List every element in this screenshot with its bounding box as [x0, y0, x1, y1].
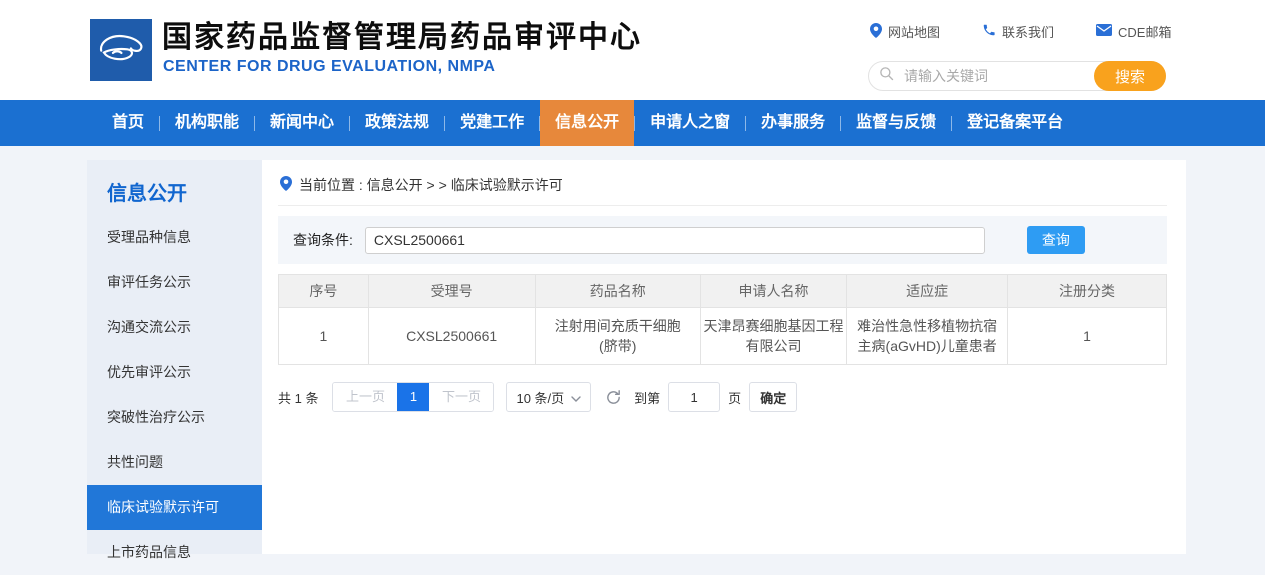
table-header-row: 序号 受理号 药品名称 申请人名称 适应症 注册分类 — [279, 275, 1167, 308]
location-pin-icon — [870, 23, 882, 41]
sidebar-item-accepted-varieties[interactable]: 受理品种信息 — [87, 215, 262, 260]
site-subtitle: CENTER FOR DRUG EVALUATION, NMPA — [163, 58, 495, 76]
col-header-acceptance-no: 受理号 — [368, 275, 535, 308]
query-button[interactable]: 查询 — [1027, 226, 1085, 254]
next-page-button[interactable]: 下一页 — [429, 383, 493, 411]
goto-page-unit: 页 — [728, 388, 741, 407]
col-header-applicant: 申请人名称 — [700, 275, 847, 308]
sidebar-item-breakthrough-therapy[interactable]: 突破性治疗公示 — [87, 395, 262, 440]
sidebar-item-marketed-drug-info[interactable]: 上市药品信息 — [87, 530, 262, 575]
site-title: 国家药品监督管理局药品审评中心 — [162, 12, 642, 56]
sidebar-item-communication[interactable]: 沟通交流公示 — [87, 305, 262, 350]
goto-page-label: 到第 — [634, 388, 660, 407]
col-header-registration-class: 注册分类 — [1008, 275, 1167, 308]
nav-item-functions[interactable]: 机构职能 — [160, 100, 254, 146]
query-label: 查询条件: — [293, 230, 353, 250]
nav-item-supervision[interactable]: 监督与反馈 — [841, 100, 951, 146]
nav-item-applicant-window[interactable]: 申请人之窗 — [635, 100, 745, 146]
nav-item-services[interactable]: 办事服务 — [746, 100, 840, 146]
header-quick-links: 网站地图 联系我们 CDE邮箱 — [870, 22, 1171, 41]
sidebar-item-priority-review[interactable]: 优先审评公示 — [87, 350, 262, 395]
pagination-total: 共 1 条 — [278, 388, 318, 407]
swan-logo-icon — [94, 21, 148, 80]
chevron-down-icon — [571, 390, 581, 405]
breadcrumb: 当前位置 : 信息公开 > > 临床试验默示许可 — [278, 170, 1167, 206]
col-header-indication: 适应症 — [847, 275, 1008, 308]
cell-seq: 1 — [279, 308, 369, 365]
cde-logo — [90, 19, 152, 81]
content-area: 信息公开 受理品种信息 审评任务公示 沟通交流公示 优先审评公示 突破性治疗公示… — [87, 160, 1186, 554]
cell-drug-name: 注射用间充质干细胞 (脐带) — [535, 308, 700, 365]
sidebar-item-review-tasks[interactable]: 审评任务公示 — [87, 260, 262, 305]
nav-item-registration-platform[interactable]: 登记备案平台 — [952, 100, 1078, 146]
envelope-icon — [1096, 24, 1112, 39]
nav-item-home[interactable]: 首页 — [97, 100, 159, 146]
cell-acceptance-no: CXSL2500661 — [368, 308, 535, 365]
cde-mail-link-label: CDE邮箱 — [1118, 22, 1171, 41]
query-bar: 查询条件: 查询 — [278, 216, 1167, 264]
contact-us-link-label: 联系我们 — [1002, 22, 1054, 41]
nav-item-party[interactable]: 党建工作 — [445, 100, 539, 146]
cell-registration-class: 1 — [1008, 308, 1167, 365]
cell-indication: 难治性急性移植物抗宿 主病(aGvHD)儿童患者 — [847, 308, 1008, 365]
location-pin-icon — [280, 176, 292, 194]
col-header-seq: 序号 — [279, 275, 369, 308]
breadcrumb-text: 当前位置 : 信息公开 > > 临床试验默示许可 — [299, 175, 563, 195]
sitemap-link-label: 网站地图 — [888, 22, 940, 41]
main-nav: 首页 机构职能 新闻中心 政策法规 党建工作 信息公开 申请人之窗 办事服务 监… — [0, 100, 1265, 146]
site-header: 国家药品监督管理局药品审评中心 CENTER FOR DRUG EVALUATI… — [0, 0, 1265, 100]
table-row: 1 CXSL2500661 注射用间充质干细胞 (脐带) 天津昂赛细胞基因工程 … — [279, 308, 1167, 365]
nav-item-policy[interactable]: 政策法规 — [350, 100, 444, 146]
cde-mail-link[interactable]: CDE邮箱 — [1096, 22, 1171, 41]
keyword-search-input[interactable] — [902, 67, 1095, 85]
sidebar: 信息公开 受理品种信息 审评任务公示 沟通交流公示 优先审评公示 突破性治疗公示… — [87, 160, 262, 554]
col-header-drug-name: 药品名称 — [535, 275, 700, 308]
search-icon — [869, 66, 894, 86]
sidebar-item-common-issues[interactable]: 共性问题 — [87, 440, 262, 485]
search-button[interactable]: 搜索 — [1094, 61, 1166, 91]
results-table: 序号 受理号 药品名称 申请人名称 适应症 注册分类 1 CXSL2500661… — [278, 274, 1167, 365]
confirm-button[interactable]: 确定 — [749, 382, 797, 412]
nav-item-news[interactable]: 新闻中心 — [255, 100, 349, 146]
sidebar-title: 信息公开 — [107, 177, 262, 206]
nav-item-info-disclosure[interactable]: 信息公开 — [540, 100, 634, 146]
page-size-value: 10 条/页 — [516, 388, 564, 407]
sidebar-item-clinical-trial-implied-license[interactable]: 临床试验默示许可 — [87, 485, 262, 530]
contact-us-link[interactable]: 联系我们 — [982, 22, 1054, 41]
page-size-select[interactable]: 10 条/页 — [506, 382, 591, 412]
page-1-button[interactable]: 1 — [397, 383, 429, 411]
pagination-group: 上一页 1 下一页 — [332, 382, 494, 412]
goto-page-input[interactable] — [668, 382, 720, 412]
header-search-bar: 搜索 — [868, 61, 1166, 91]
pagination: 共 1 条 上一页 1 下一页 10 条/页 到第 页 确定 — [278, 382, 1167, 412]
cell-applicant: 天津昂赛细胞基因工程 有限公司 — [700, 308, 847, 365]
phone-icon — [982, 23, 996, 40]
main-panel: 当前位置 : 信息公开 > > 临床试验默示许可 查询条件: 查询 序号 受理号… — [262, 160, 1186, 554]
refresh-icon[interactable] — [605, 389, 622, 406]
prev-page-button[interactable]: 上一页 — [333, 383, 397, 411]
query-input[interactable] — [365, 227, 985, 254]
sitemap-link[interactable]: 网站地图 — [870, 22, 940, 41]
